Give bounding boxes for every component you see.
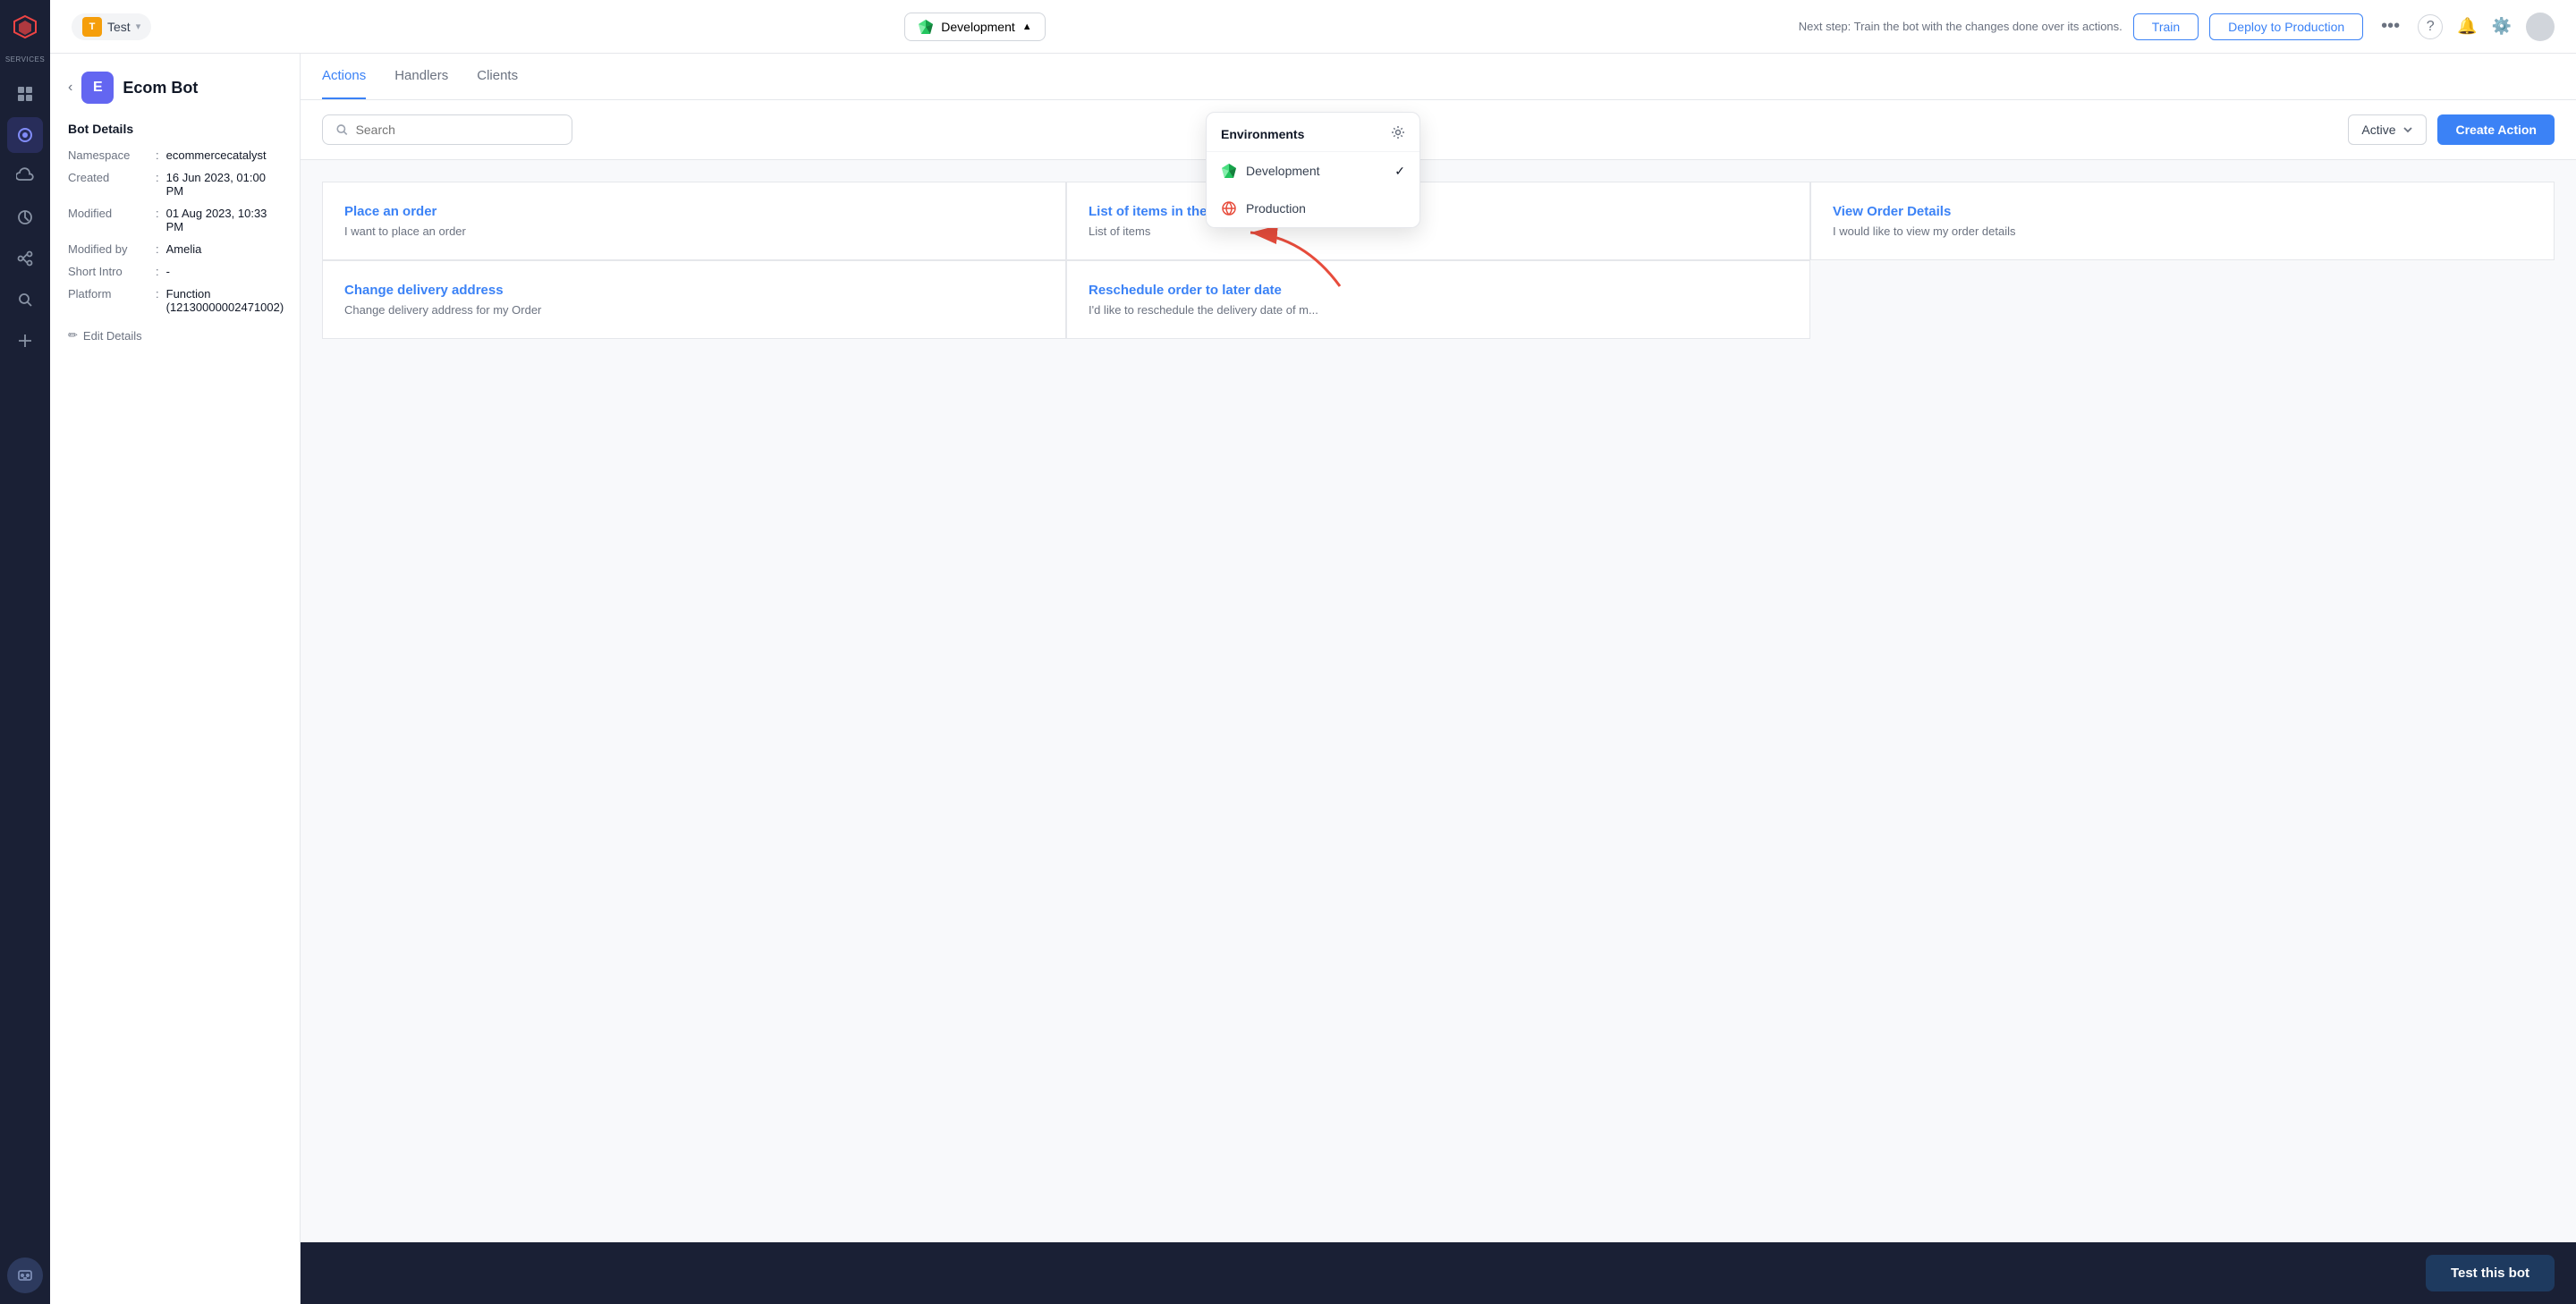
env-production-label: Production bbox=[1246, 201, 1306, 216]
bot-name: Ecom Bot bbox=[123, 79, 198, 97]
action-card-view-order[interactable]: View Order Details I would like to view … bbox=[1810, 182, 2555, 260]
services-label: Services bbox=[5, 55, 45, 64]
deploy-button[interactable]: Deploy to Production bbox=[2209, 13, 2363, 40]
action-title: Place an order bbox=[344, 204, 1044, 219]
action-card-reschedule[interactable]: Reschedule order to later date I'd like … bbox=[1066, 260, 1810, 339]
action-title: List of items in the store bbox=[1089, 204, 1788, 219]
action-description: List of items bbox=[1089, 224, 1788, 238]
action-description: I'd like to reschedule the delivery date… bbox=[1089, 303, 1788, 317]
status-selected-label: Active bbox=[2361, 123, 2395, 137]
more-options-button[interactable]: ••• bbox=[2374, 13, 2407, 40]
content-area: ‹ E Ecom Bot Bot Details Namespace : eco… bbox=[50, 54, 2576, 1304]
action-card-change-address[interactable]: Change delivery address Change delivery … bbox=[322, 260, 1066, 339]
main-wrapper: T Test ▾ Development ▲ bbox=[50, 0, 2576, 1304]
detail-platform: Platform : Function(12130000002471002) bbox=[68, 287, 282, 314]
actions-grid: Place an order I want to place an order … bbox=[301, 160, 2576, 1242]
nav-item-search[interactable] bbox=[7, 282, 43, 318]
nav-item-analytics[interactable] bbox=[7, 199, 43, 235]
sidebar-header: ‹ E Ecom Bot bbox=[68, 72, 282, 104]
detail-namespace: Namespace : ecommercecatalyst bbox=[68, 148, 282, 162]
environment-dropdown: Environments bbox=[1206, 112, 1420, 228]
detail-created: Created : 16 Jun 2023, 01:00 PM bbox=[68, 171, 282, 198]
train-button[interactable]: Train bbox=[2133, 13, 2199, 40]
nav-chatbot-button[interactable] bbox=[7, 1257, 43, 1293]
env-development-label: Development bbox=[1246, 164, 1320, 178]
detail-modified: Modified : 01 Aug 2023, 10:33 PM bbox=[68, 207, 282, 233]
back-button[interactable]: ‹ bbox=[68, 80, 72, 96]
nav-item-api[interactable] bbox=[7, 323, 43, 359]
edit-icon: ✏ bbox=[68, 328, 78, 343]
env-option-production[interactable]: Production bbox=[1207, 190, 1419, 227]
tab-actions[interactable]: Actions bbox=[322, 54, 366, 99]
nav-item-home[interactable] bbox=[7, 76, 43, 112]
edit-label: Edit Details bbox=[83, 329, 142, 343]
environment-selector[interactable]: Development ▲ bbox=[904, 13, 1045, 41]
test-bar: Test this bot bbox=[301, 1242, 2576, 1304]
action-description: Change delivery address for my Order bbox=[344, 303, 1044, 317]
action-title: View Order Details bbox=[1833, 204, 2532, 219]
user-avatar[interactable] bbox=[2526, 13, 2555, 41]
action-card-place-order[interactable]: Place an order I want to place an order bbox=[322, 182, 1066, 260]
check-icon: ✓ bbox=[1394, 164, 1405, 179]
bot-avatar: E bbox=[81, 72, 114, 104]
env-option-development[interactable]: Development ✓ bbox=[1207, 152, 1419, 190]
globe-icon-production bbox=[1221, 200, 1237, 216]
toolbar: Active Create Action bbox=[301, 100, 2576, 160]
bot-details-section: Bot Details Namespace : ecommercecatalys… bbox=[68, 122, 282, 343]
bot-details-title: Bot Details bbox=[68, 122, 282, 136]
action-title: Reschedule order to later date bbox=[1089, 283, 1788, 298]
main-panel: Actions Handlers Clients Active bbox=[301, 54, 2576, 1304]
environment-label: Development bbox=[941, 20, 1015, 34]
create-action-button[interactable]: Create Action bbox=[2437, 114, 2555, 145]
action-title: Change delivery address bbox=[344, 283, 1044, 298]
help-icon[interactable]: ? bbox=[2418, 14, 2443, 39]
header-icons: ? 🔔 ⚙️ bbox=[2418, 13, 2555, 41]
search-box[interactable] bbox=[322, 114, 572, 145]
tabs-bar: Actions Handlers Clients bbox=[301, 54, 2576, 100]
tab-clients[interactable]: Clients bbox=[477, 54, 518, 99]
logo[interactable] bbox=[9, 11, 41, 43]
sidebar: ‹ E Ecom Bot Bot Details Namespace : eco… bbox=[50, 54, 301, 1304]
search-input[interactable] bbox=[356, 123, 559, 137]
tab-handlers[interactable]: Handlers bbox=[394, 54, 448, 99]
gem-icon-development bbox=[1221, 163, 1237, 179]
action-description: I want to place an order bbox=[344, 224, 1044, 238]
status-filter[interactable]: Active bbox=[2348, 114, 2427, 145]
detail-modified-by: Modified by : Amelia bbox=[68, 242, 282, 256]
nav-item-connect[interactable] bbox=[7, 241, 43, 276]
status-chevron-icon bbox=[2402, 124, 2413, 135]
next-step-text: Next step: Train the bot with the change… bbox=[1799, 20, 2123, 33]
notification-icon[interactable]: 🔔 bbox=[2457, 17, 2477, 36]
top-header: T Test ▾ Development ▲ bbox=[50, 0, 2576, 54]
workspace-avatar: T bbox=[82, 17, 102, 37]
workspace-dropdown-arrow: ▾ bbox=[136, 21, 141, 32]
detail-short-intro: Short Intro : - bbox=[68, 265, 282, 278]
edit-details-button[interactable]: ✏ Edit Details bbox=[68, 328, 142, 343]
dropdown-header: Environments bbox=[1207, 113, 1419, 152]
action-description: I would like to view my order details bbox=[1833, 224, 2532, 238]
gem-icon bbox=[918, 19, 934, 35]
toolbar-right: Active Create Action bbox=[2348, 114, 2555, 145]
dropdown-title: Environments bbox=[1221, 127, 1304, 141]
nav-item-cloud[interactable] bbox=[7, 158, 43, 194]
action-card-list-items[interactable]: List of items in the store List of items bbox=[1066, 182, 1810, 260]
environment-arrow: ▲ bbox=[1022, 21, 1032, 32]
test-bot-button[interactable]: Test this bot bbox=[2426, 1255, 2555, 1291]
search-icon bbox=[335, 123, 349, 137]
nav-rail: Services bbox=[0, 0, 50, 1304]
workspace-selector[interactable]: T Test ▾ bbox=[72, 13, 151, 40]
dropdown-settings-icon[interactable] bbox=[1391, 125, 1405, 142]
workspace-name: Test bbox=[107, 20, 131, 34]
settings-icon[interactable]: ⚙️ bbox=[2492, 17, 2512, 36]
nav-item-bot[interactable] bbox=[7, 117, 43, 153]
